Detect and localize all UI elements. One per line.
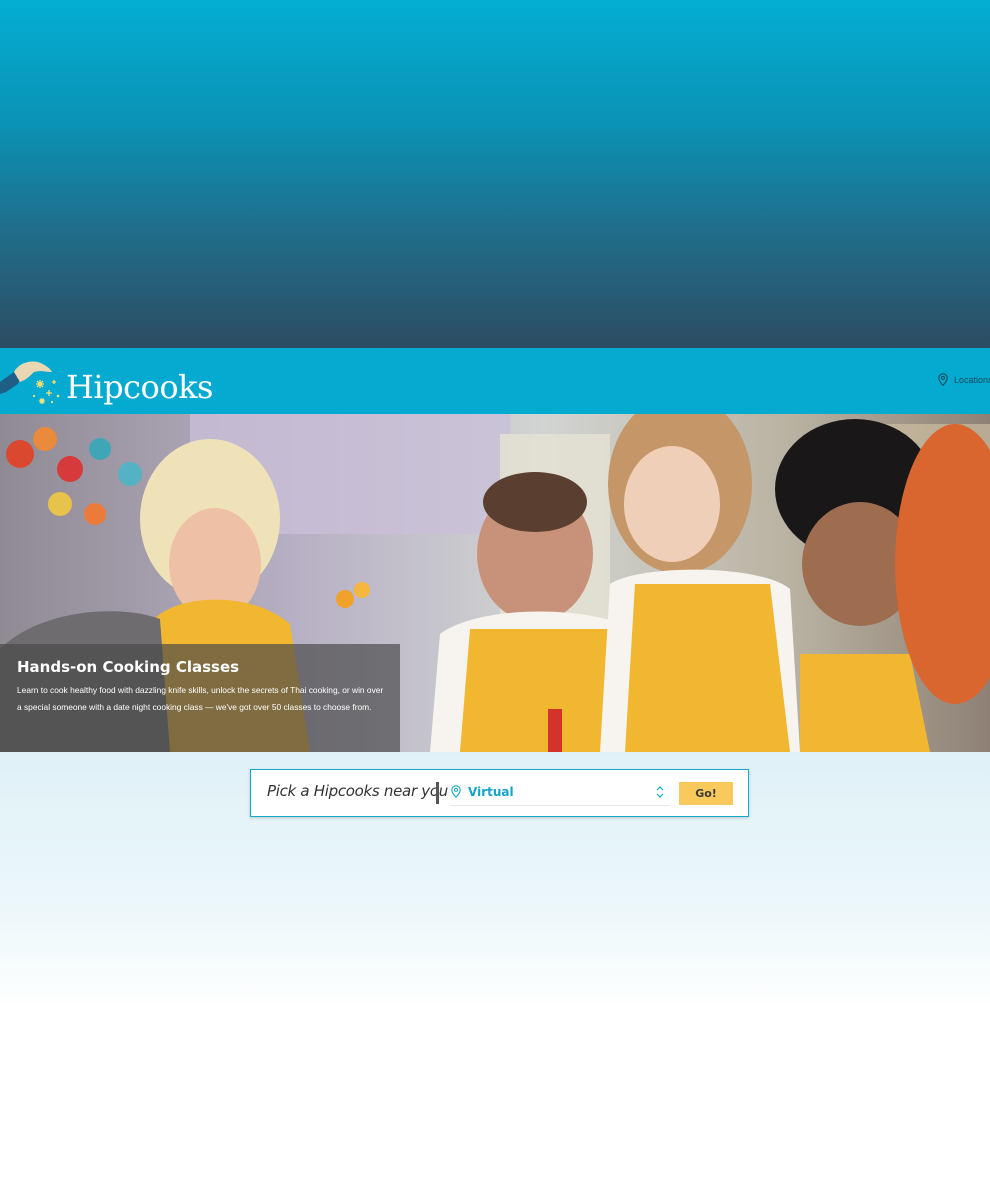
label-divider: [436, 782, 439, 804]
map-pin-icon: [451, 785, 461, 798]
map-pin-icon: [938, 373, 948, 386]
pick-location-label: Pick a Hipcooks near you: [267, 782, 448, 800]
location-search-form: Pick a Hipcooks near you Virtual Go!: [250, 769, 749, 817]
logo-wordmark: Hipcooks: [66, 368, 213, 406]
nav-locations-label: Locations: [954, 374, 990, 385]
selected-location-value: Virtual: [468, 785, 514, 799]
logo-link[interactable]: Hipcooks: [0, 356, 213, 408]
go-button[interactable]: Go!: [679, 782, 733, 805]
location-picker-section: Pick a Hipcooks near you Virtual Go!: [0, 752, 990, 1180]
nav-locations-link[interactable]: Locations: [938, 373, 990, 386]
top-gradient-banner: [0, 0, 990, 348]
chef-hand-sprinkle-icon: [0, 361, 60, 404]
hero-description: Learn to cook healthy food with dazzling…: [17, 685, 384, 712]
hero-banner: Hands-on Cooking Classes Learn to cook h…: [0, 414, 990, 752]
site-header: Hipcooks Locations: [0, 348, 990, 414]
hero-caption: Hands-on Cooking Classes Learn to cook h…: [0, 644, 400, 752]
location-select[interactable]: Virtual: [451, 781, 669, 806]
hero-title: Hands-on Cooking Classes: [17, 658, 240, 676]
chevron-up-down-icon: [656, 786, 664, 798]
